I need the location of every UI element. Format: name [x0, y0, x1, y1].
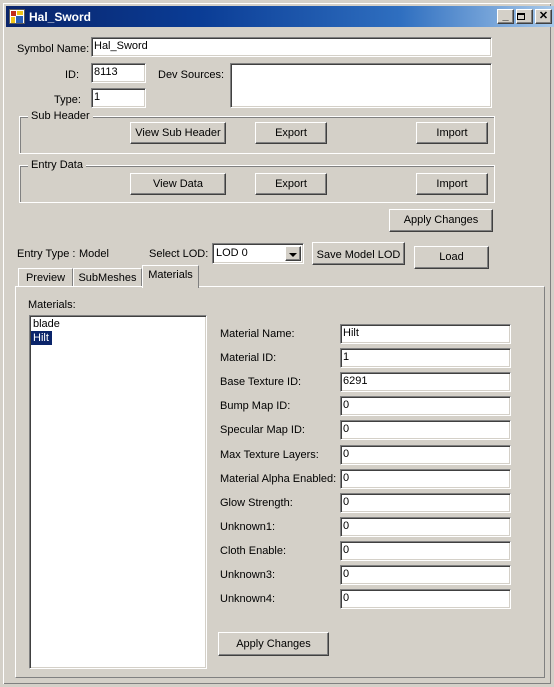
material-property-label: Bump Map ID: — [220, 400, 291, 412]
title-bar[interactable]: Hal_Sword _ ✕ — [6, 6, 554, 27]
material-property-input[interactable]: Hilt — [340, 324, 511, 344]
material-property-label: Unknown4: — [220, 593, 276, 605]
symbol-name-label: Symbol Name: — [17, 43, 90, 55]
save-model-lod-button[interactable]: Save Model LOD — [312, 242, 405, 265]
material-property-input[interactable]: 0 — [340, 541, 511, 561]
dev-sources-input[interactable] — [230, 63, 492, 108]
list-item-label: blade — [33, 318, 60, 330]
material-property-input[interactable]: 6291 — [340, 372, 511, 392]
material-property-input[interactable]: 1 — [340, 348, 511, 368]
material-property-label: Specular Map ID: — [220, 424, 305, 436]
entry-data-export-button[interactable]: Export — [255, 173, 327, 195]
sub-header-export-button[interactable]: Export — [255, 122, 327, 144]
maximize-button[interactable] — [516, 9, 533, 24]
close-button[interactable]: ✕ — [535, 9, 552, 24]
save-model-lod-label: Save Model LOD — [316, 249, 401, 261]
list-item-label: Hilt — [31, 331, 52, 345]
entry-type-label: Entry Type : — [17, 248, 76, 260]
material-property-input[interactable]: 0 — [340, 445, 511, 465]
minimize-button[interactable]: _ — [497, 9, 514, 24]
material-property-input[interactable]: 0 — [340, 517, 511, 537]
material-property-label: Max Texture Layers: — [220, 449, 319, 461]
material-property-input[interactable]: 0 — [340, 589, 511, 609]
load-button[interactable]: Load — [414, 246, 489, 269]
window-title: Hal_Sword — [29, 9, 92, 24]
select-lod-label: Select LOD: — [149, 248, 209, 260]
tab-submeshes[interactable]: SubMeshes — [73, 268, 142, 287]
entry-data-group-title: Entry Data — [28, 159, 86, 172]
id-input[interactable]: 8113 — [91, 63, 146, 83]
material-property-input[interactable]: 0 — [340, 396, 511, 416]
material-property-input[interactable]: 0 — [340, 469, 511, 489]
materials-listbox[interactable]: blade Hilt — [29, 315, 207, 669]
type-label: Type: — [54, 94, 81, 106]
sub-header-group-title: Sub Header — [28, 110, 93, 123]
entry-data-import-button[interactable]: Import — [416, 173, 488, 195]
dev-sources-label: Dev Sources: — [158, 69, 225, 81]
type-label-input[interactable]: 1 — [91, 88, 146, 108]
tab-preview[interactable]: Preview — [18, 268, 73, 287]
view-data-button[interactable]: View Data — [130, 173, 226, 195]
window-controls: _ ✕ — [497, 9, 552, 24]
symbol-name-input[interactable]: Hal_Sword — [91, 37, 492, 57]
list-item[interactable]: blade — [31, 317, 205, 331]
material-property-label: Material ID: — [220, 352, 277, 364]
apply-changes-top-button[interactable]: Apply Changes — [389, 209, 493, 232]
list-item[interactable]: Hilt — [31, 331, 205, 345]
material-property-label: Material Name: — [220, 328, 295, 340]
material-property-label: Material Alpha Enabled: — [220, 473, 337, 485]
materials-list-items: blade Hilt — [31, 317, 205, 345]
sub-header-import-button[interactable]: Import — [416, 122, 488, 144]
id-label: ID: — [65, 69, 80, 81]
view-sub-header-button[interactable]: View Sub Header — [130, 122, 226, 144]
material-property-input[interactable]: 0 — [340, 565, 511, 585]
material-property-input[interactable]: 0 — [340, 493, 511, 513]
entry-type-value: Model — [79, 248, 109, 260]
minimize-icon: _ — [502, 10, 509, 22]
apply-changes-materials-button[interactable]: Apply Changes — [218, 632, 329, 656]
application-window: Hal_Sword _ ✕ Symbol Name: Hal_Sword ID:… — [0, 0, 554, 687]
material-property-label: Cloth Enable: — [220, 545, 287, 557]
lod-combobox[interactable]: LOD 0 — [212, 243, 304, 264]
material-property-input[interactable]: 0 — [340, 420, 511, 440]
tab-materials[interactable]: Materials — [142, 265, 199, 288]
chevron-down-icon[interactable] — [285, 246, 301, 261]
material-property-label: Base Texture ID: — [220, 376, 302, 388]
lod-selected-value: LOD 0 — [216, 247, 248, 259]
maximize-icon — [517, 13, 525, 20]
materials-list-label: Materials: — [28, 299, 76, 311]
close-icon: ✕ — [538, 10, 549, 22]
material-property-label: Unknown1: — [220, 521, 276, 533]
form-designer-icon — [9, 9, 25, 24]
material-property-label: Glow Strength: — [220, 497, 293, 509]
material-property-label: Unknown3: — [220, 569, 276, 581]
